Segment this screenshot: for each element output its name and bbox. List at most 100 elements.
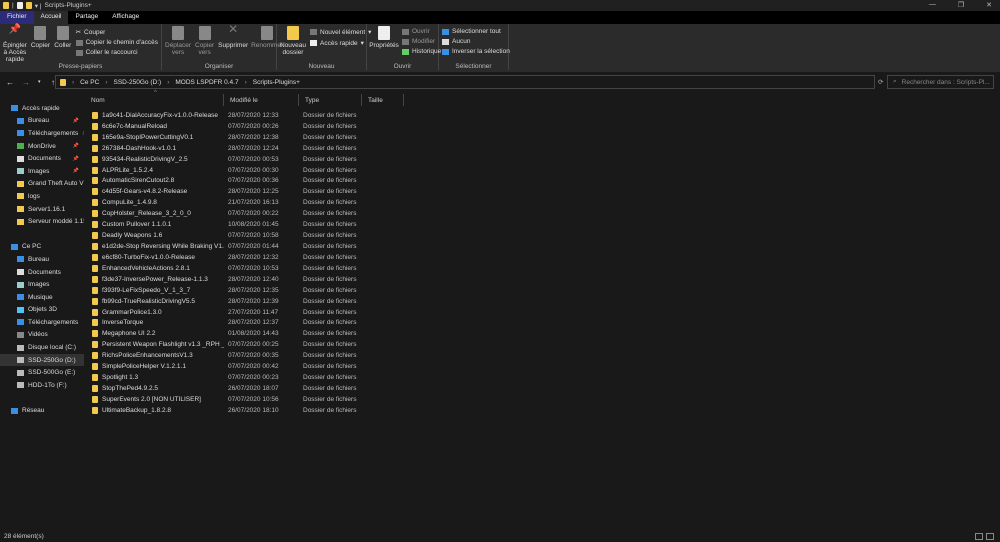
open-button[interactable]: Ouvrir [402, 28, 441, 35]
sidebar-item[interactable]: Images 📌 [0, 165, 84, 178]
file-row[interactable]: c4d55f-Gears-v4.8.2-Release 28/07/2020 12… [85, 186, 362, 197]
file-name[interactable]: Spotlight 1.3 [102, 374, 138, 381]
file-name[interactable]: fb99cd-TrueRealisticDrivingV5.5 [102, 298, 195, 305]
refresh-button[interactable]: ⟳ [878, 78, 883, 86]
details-view-button[interactable] [975, 533, 983, 540]
file-row[interactable]: InverseTorque 28/07/2020 12:37 Dossier de … [85, 318, 362, 329]
file-row[interactable]: 6c6e7c-ManualReload 07/07/2020 00:26 Dossi… [85, 121, 362, 132]
file-row[interactable]: Persistent Weapon Flashlight v1.3 _RPH _… [85, 339, 362, 350]
file-row[interactable]: RichsPoliceEnhancementsV1.3 07/07/2020 00… [85, 350, 362, 361]
file-row[interactable]: EnhancedVehicleActions 2.8.1 07/07/2020 1… [85, 263, 362, 274]
file-row[interactable]: GrammarPolice1.3.0 27/07/2020 11:47 Dossie… [85, 307, 362, 318]
copy-to-button[interactable]: Copier vers [195, 26, 214, 68]
new-folder-button[interactable]: Nouveau dossier [280, 26, 306, 68]
file-name[interactable]: AutomaticSirenCutout2.8 [102, 177, 174, 184]
file-name[interactable]: Megaphone UI 2.2 [102, 330, 155, 337]
breadcrumb-item[interactable]: MODS LSPDFR 0.4.7 [175, 79, 238, 86]
file-name[interactable]: StopThePed4.9.2.5 [102, 385, 158, 392]
select-none-button[interactable]: Aucun [442, 38, 510, 45]
file-name[interactable]: CopHolster_Release_3_2_0_0 [102, 210, 191, 217]
file-name[interactable]: EnhancedVehicleActions 2.8.1 [102, 265, 190, 272]
file-row[interactable]: 267384-DashHook-v1.0.1 28/07/2020 12:24 Do… [85, 143, 362, 154]
sidebar-item[interactable]: HDD-1To (F:) [0, 379, 84, 392]
column-header-modified[interactable]: Modifié le [224, 94, 299, 106]
file-name[interactable]: GrammarPolice1.3.0 [102, 309, 162, 316]
file-row[interactable]: 165e9a-StopIPowerCuttingV0.1 28/07/2020 1… [85, 132, 362, 143]
file-row[interactable]: ALPRLite_1.5.2.4 07/07/2020 00:30 Dossier … [85, 165, 362, 176]
file-row[interactable]: Spotlight 1.3 07/07/2020 00:23 Dossier de … [85, 372, 362, 383]
file-row[interactable]: CompuLite_1.4.9.8 21/07/2020 16:13 Dossier… [85, 197, 362, 208]
sidebar-item[interactable]: Images [0, 278, 84, 291]
file-name[interactable]: c4d55f-Gears-v4.8.2-Release [102, 188, 187, 195]
column-header-type[interactable]: Type [299, 94, 362, 106]
file-name[interactable]: 267384-DashHook-v1.0.1 [102, 145, 176, 152]
address-bar[interactable]: › Ce PC › SSD-250Go (D:) › MODS LSPDFR 0.4.7 ›… [55, 75, 875, 89]
select-all-button[interactable]: Sélectionner tout [442, 28, 510, 35]
file-name[interactable]: CompuLite_1.4.9.8 [102, 199, 157, 206]
file-name[interactable]: SuperEvents 2.0 [NON UTILISER] [102, 396, 201, 403]
sidebar-item[interactable]: Téléchargements📌 [0, 127, 84, 140]
file-name[interactable]: Custom Pullover 1.1.0.1 [102, 221, 171, 228]
file-row[interactable]: StopThePed4.9.2.5 26/07/2020 18:07 Dossier… [85, 383, 362, 394]
file-row[interactable]: Megaphone UI 2.2 01/08/2020 14:43 Dossier … [85, 328, 362, 339]
file-name[interactable]: e6cf80-TurboFix-v1.0.0-Release [102, 254, 195, 261]
sidebar-item[interactable]: Bureau [0, 253, 84, 266]
customize-qat-icon[interactable]: ▾ | [35, 2, 42, 10]
file-name[interactable]: SimplePoliceHelper V.1.2.1.1 [102, 363, 186, 370]
copy-path-button[interactable]: Copier le chemin d'accès [75, 39, 158, 46]
file-name[interactable]: Persistent Weapon Flashlight v1.3 _RPH _… [102, 341, 224, 348]
new-folder-icon[interactable] [25, 2, 32, 9]
sidebar-item[interactable]: SSD-500Go (E:) [0, 366, 84, 379]
sidebar-item[interactable]: Documents 📌 [0, 152, 84, 165]
cut-button[interactable]: ✂ Couper [76, 28, 158, 37]
tab-partage[interactable]: Partage [68, 11, 105, 24]
file-name[interactable]: UltimateBackup_1.8.2.8 [102, 407, 171, 414]
file-row[interactable]: AutomaticSirenCutout2.8 07/07/2020 00:36 D… [85, 176, 362, 187]
file-name[interactable]: 1a9c41-DialAccuracyFix-v1.0.0-Release [102, 112, 218, 119]
file-row[interactable]: CopHolster_Release_3_2_0_0 07/07/2020 00:… [85, 208, 362, 219]
file-name[interactable]: e1d2de-Stop Reversing While Braking V1.4 [102, 243, 224, 250]
properties-button[interactable]: Propriétés [369, 26, 399, 68]
search-box[interactable]: ⌕ Rechercher dans : Scripts-Pl... [887, 75, 994, 89]
sidebar-item[interactable]: Objets 3D [0, 304, 84, 317]
minimize-button[interactable]: — [929, 1, 936, 9]
sidebar-item[interactable]: Bureau 📌 [0, 115, 84, 128]
recent-locations-button[interactable]: ▾ [38, 79, 45, 85]
sidebar-item[interactable]: Server1.16.1 [0, 203, 84, 216]
file-row[interactable]: SuperEvents 2.0 [NON UTILISER] 07/07/2020… [85, 394, 362, 405]
close-button[interactable]: ✕ [986, 1, 992, 9]
search-input[interactable]: Rechercher dans : Scripts-Pl... [902, 79, 990, 86]
file-name[interactable]: 165e9a-StopIPowerCuttingV0.1 [102, 134, 193, 141]
history-button[interactable]: Historique [402, 48, 441, 55]
easy-access-button[interactable]: Accès rapide ▾ [310, 39, 371, 47]
column-header-size[interactable]: Taille [362, 94, 404, 106]
sidebar-item[interactable]: Musique [0, 291, 84, 304]
file-row[interactable]: e6cf80-TurboFix-v1.0.0-Release 28/07/2020… [85, 252, 362, 263]
file-row[interactable]: e1d2de-Stop Reversing While Braking V1.4… [85, 241, 362, 252]
edit-button[interactable]: Modifier [402, 38, 441, 45]
file-name[interactable]: f393f9-LeFixSpeedo_V_1_3_7 [102, 287, 190, 294]
file-row[interactable]: fb99cd-TrueRealisticDrivingV5.5 28/07/202… [85, 296, 362, 307]
maximize-button[interactable]: ❐ [958, 1, 964, 9]
sidebar-item[interactable]: SSD-250Go (D:) [0, 353, 84, 367]
file-row[interactable]: Deadly Weapons 1.6 07/07/2020 10:58 Dossie… [85, 230, 362, 241]
file-row[interactable]: SimplePoliceHelper V.1.2.1.1 07/07/2020 0… [85, 361, 362, 372]
sidebar-item[interactable]: Ce PC [0, 241, 84, 254]
file-name[interactable]: RichsPoliceEnhancementsV1.3 [102, 352, 193, 359]
sidebar-item[interactable]: Vidéos [0, 329, 84, 342]
forward-button[interactable]: → [22, 78, 32, 87]
file-name[interactable]: f3de37-InversePower_Release-1.1.3 [102, 276, 208, 283]
file-row[interactable]: 1a9c41-DialAccuracyFix-v1.0.0-Release 28/… [85, 110, 362, 121]
file-row[interactable]: f393f9-LeFixSpeedo_V_1_3_7 28/07/2020 12:… [85, 285, 362, 296]
file-name[interactable]: 6c6e7c-ManualReload [102, 123, 167, 130]
sidebar-item[interactable]: Grand Theft Auto V [0, 178, 84, 191]
sidebar-item[interactable]: Téléchargements [0, 316, 84, 329]
sidebar-item[interactable]: Serveur moddé 1.15 [0, 215, 84, 228]
breadcrumb-item[interactable]: Scripts-Plugins+ [253, 79, 300, 86]
new-item-button[interactable]: Nouvel élément ▾ [310, 28, 371, 36]
invert-selection-button[interactable]: Inverser la sélection [442, 48, 510, 55]
tab-fichier[interactable]: Fichier [0, 11, 34, 24]
sidebar-item[interactable]: MonDrive 📌 [0, 140, 84, 153]
file-row[interactable]: UltimateBackup_1.8.2.8 26/07/2020 18:10 Do… [85, 405, 362, 416]
sidebar-item[interactable]: Disque local (C:) [0, 341, 84, 354]
